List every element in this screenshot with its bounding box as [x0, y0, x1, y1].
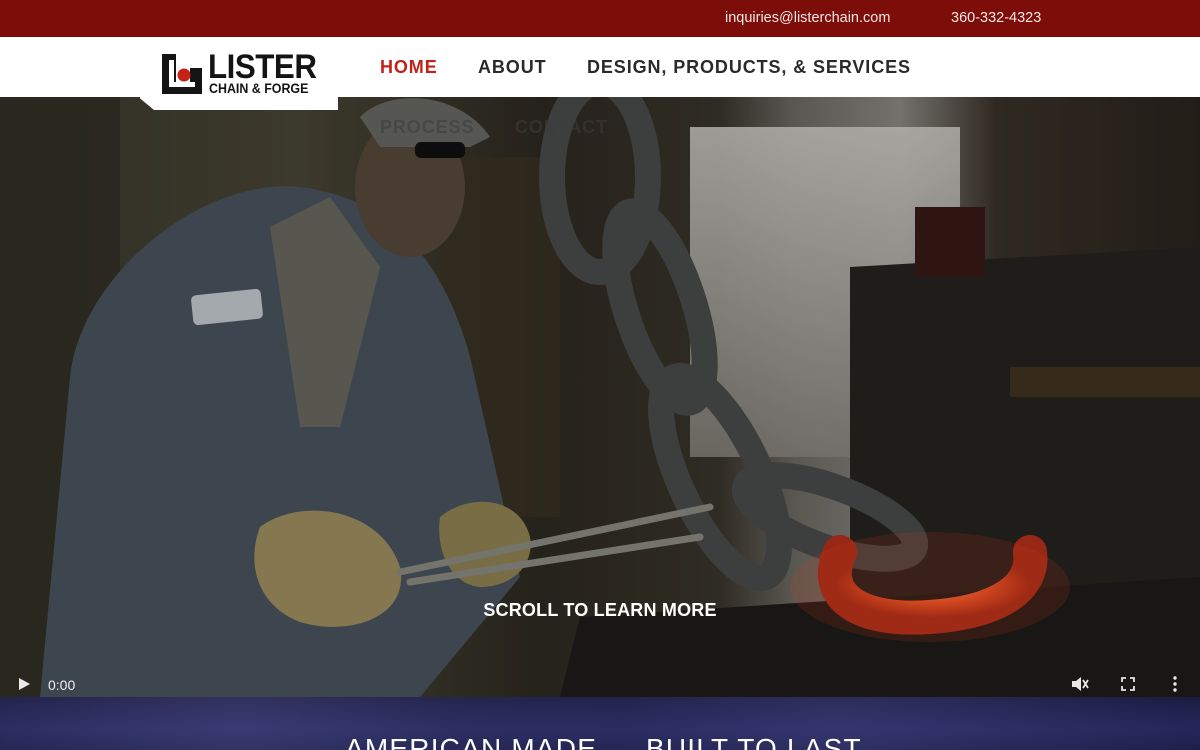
mute-icon[interactable]	[1071, 676, 1089, 692]
hero-video[interactable]: SCROLL TO LEARN MORE 0:00	[0, 97, 1200, 697]
tagline-american-made: AMERICAN MADE	[345, 733, 598, 750]
play-icon[interactable]	[19, 678, 30, 690]
nav-about[interactable]: ABOUT	[478, 57, 547, 78]
video-time: 0:00	[48, 677, 76, 693]
video-controls: 0:00	[0, 671, 1200, 697]
nav-design-products-services[interactable]: DESIGN, PRODUCTS, & SERVICES	[587, 57, 911, 78]
lister-logo-icon	[162, 54, 202, 94]
nav-home[interactable]: HOME	[380, 57, 438, 78]
fullscreen-icon[interactable]	[1121, 677, 1135, 691]
tagline-band: AMERICAN MADE BUILT TO LAST	[0, 697, 1200, 750]
phone-link[interactable]: 360-332-4323	[951, 10, 1041, 26]
more-vertical-icon[interactable]	[1173, 675, 1177, 693]
scroll-to-learn-more[interactable]: SCROLL TO LEARN MORE	[0, 600, 1200, 621]
site-logo[interactable]: LISTER CHAIN & FORGE	[160, 48, 320, 100]
top-contact-bar: inquiries@listerchain.com 360-332-4323	[0, 0, 1200, 37]
logo-tagline: CHAIN & FORGE	[209, 81, 309, 96]
nav-process[interactable]: PROCESS	[380, 117, 474, 138]
tagline-built-to-last: BUILT TO LAST	[646, 733, 862, 750]
email-link[interactable]: inquiries@listerchain.com	[725, 10, 890, 26]
nav-contact[interactable]: CONTACT	[515, 117, 608, 138]
